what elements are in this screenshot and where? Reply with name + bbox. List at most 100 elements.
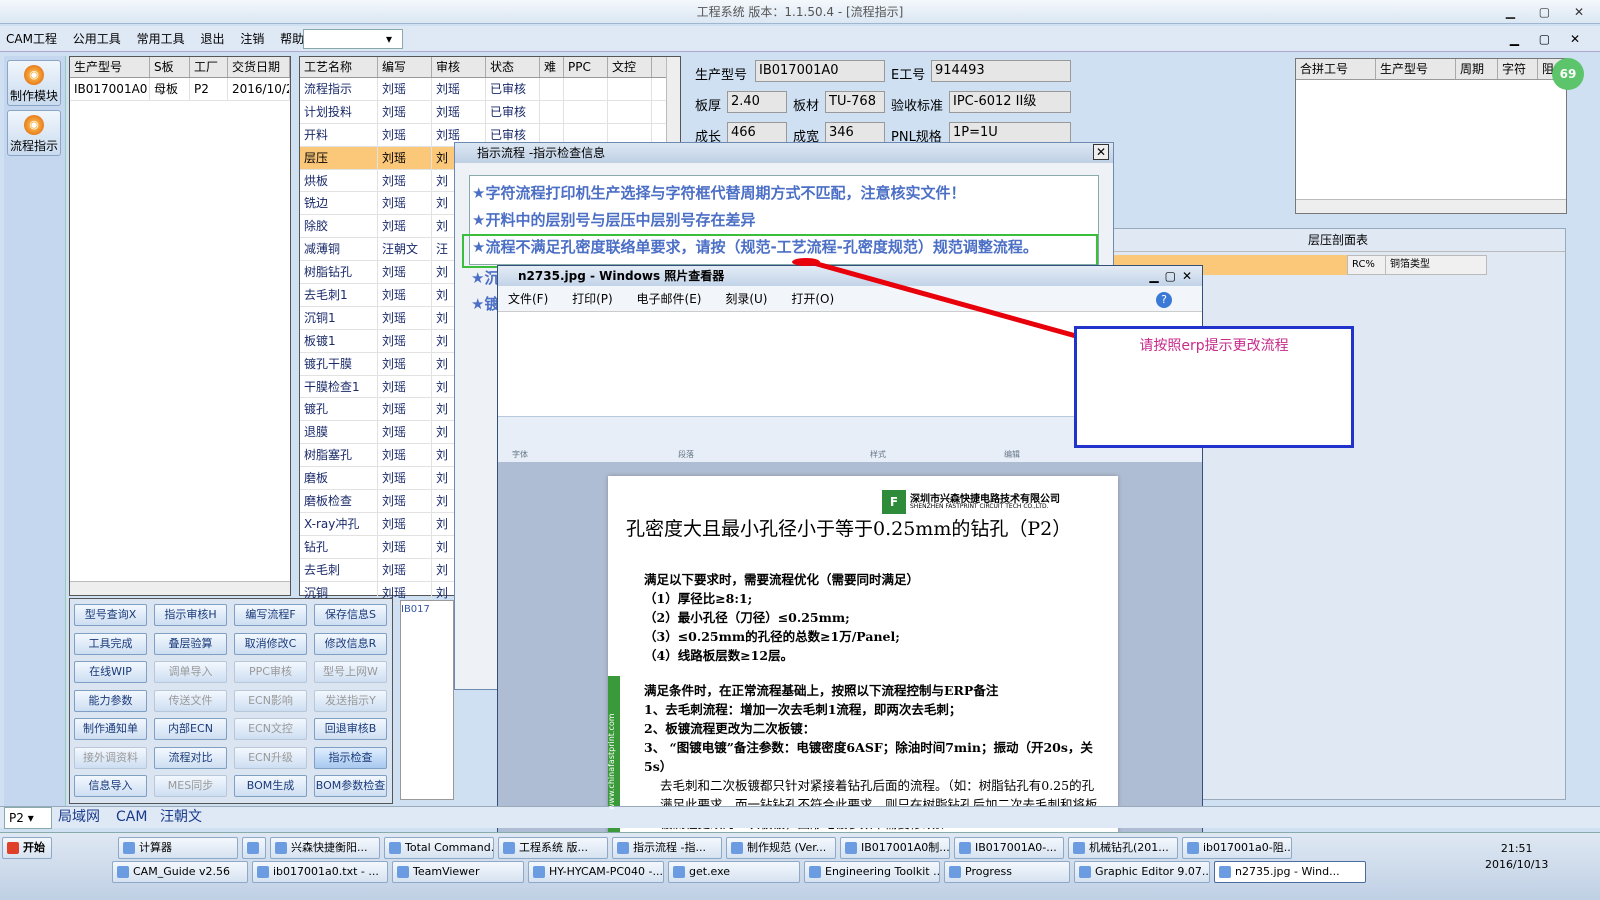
taskbar-item[interactable]: ib017001a0-阻... xyxy=(1182,837,1292,859)
function-button[interactable]: 制作通知单 xyxy=(74,718,147,740)
function-button[interactable]: 保存信息S xyxy=(314,604,387,626)
menu-cam[interactable]: CAM工程 xyxy=(6,32,57,46)
taskbar-item[interactable]: 制作规范 (Ver... xyxy=(726,837,836,859)
function-button[interactable]: 信息导入 xyxy=(74,775,147,797)
taskbar-item[interactable]: CAM_Guide v2.56 xyxy=(112,861,248,883)
taskbar-item[interactable]: IB017001A0制... xyxy=(840,837,950,859)
menu-common-tools[interactable]: 常用工具 xyxy=(137,32,185,46)
function-button[interactable]: 回退审核B xyxy=(314,718,387,740)
taskbar-item[interactable]: get.exe xyxy=(668,861,800,883)
function-button[interactable]: 工具完成 xyxy=(74,632,147,655)
function-button[interactable]: 内部ECN xyxy=(154,718,227,740)
field-width[interactable]: 346 xyxy=(825,122,885,144)
nav-make-module[interactable]: ◉ 制作模块 xyxy=(7,60,61,106)
taskbar-item[interactable]: Engineering Toolkit ... xyxy=(804,861,940,883)
start-button[interactable]: 开始 xyxy=(2,837,52,859)
taskbar-item[interactable]: TeamViewer xyxy=(392,861,524,883)
function-button[interactable]: PPC审核 xyxy=(234,661,307,683)
close-icon[interactable]: ✕ xyxy=(1093,144,1109,160)
mdi-controls[interactable]: ▁ ▢ ✕ xyxy=(1510,26,1588,52)
menu-public-tools[interactable]: 公用工具 xyxy=(73,32,121,46)
horizontal-scrollbar[interactable] xyxy=(1296,199,1566,213)
taskbar-item[interactable]: Graphic Editor 9.07... xyxy=(1074,861,1210,883)
tab-cam[interactable]: CAM xyxy=(116,807,147,827)
function-button[interactable]: 发送指示Y xyxy=(314,689,387,712)
function-button[interactable]: 指示检查 xyxy=(314,746,387,769)
viewer-menu-email[interactable]: 电子邮件(E) xyxy=(637,292,702,306)
function-button[interactable]: 在线WIP xyxy=(74,661,147,683)
viewer-menu-open[interactable]: 打开(O) xyxy=(791,292,834,306)
taskbar-item[interactable]: ib017001a0.txt - ... xyxy=(252,861,388,883)
nav-flow-instruction[interactable]: ◉ 流程指示 xyxy=(7,110,61,156)
factory-combo[interactable]: P2 ▾ xyxy=(4,807,52,829)
menu-exit[interactable]: 退出 xyxy=(200,32,224,46)
taskbar-item[interactable]: Total Command... xyxy=(384,837,494,859)
function-button[interactable]: ECN影响 xyxy=(234,689,307,712)
taskbar-item[interactable]: 计算器 xyxy=(118,837,238,859)
col-header[interactable]: 周期 xyxy=(1456,59,1498,79)
field-material[interactable]: TU-768 xyxy=(825,91,885,113)
col-header[interactable]: S板 xyxy=(150,57,190,77)
viewer-controls[interactable]: ▁▢✕ xyxy=(1149,266,1198,286)
taskbar-item[interactable]: 工程系统 版... xyxy=(498,837,608,859)
menu-logout[interactable]: 注销 xyxy=(240,32,264,46)
col-header[interactable]: 难 xyxy=(540,57,564,77)
function-button[interactable]: ECN升级 xyxy=(234,746,307,769)
col-header[interactable]: 合拼工号 xyxy=(1296,59,1376,79)
field-length[interactable]: 466 xyxy=(727,122,787,144)
toolbar-combo[interactable]: ▾ xyxy=(303,29,403,49)
notification-badge[interactable]: 69 xyxy=(1552,58,1584,90)
menu-help[interactable]: 帮助 xyxy=(280,32,304,46)
tree-node[interactable]: IB017 xyxy=(401,604,430,615)
col-header[interactable]: 生产型号 xyxy=(70,57,150,77)
taskbar-item[interactable]: 机械钻孔(201... xyxy=(1068,837,1178,859)
function-button[interactable]: 叠层验算 xyxy=(154,632,227,655)
function-button[interactable]: 能力参数 xyxy=(74,689,147,712)
table-row[interactable]: IB017001A0 母板 P2 2016/10/2 xyxy=(70,78,290,101)
function-button[interactable]: 传送文件 xyxy=(154,689,227,712)
function-button[interactable]: BOM参数检查 xyxy=(314,775,387,797)
taskbar-item[interactable]: 兴森快捷衡阳... xyxy=(270,837,380,859)
field-e-number[interactable]: 914493 xyxy=(931,60,1071,82)
function-button[interactable]: MES同步 xyxy=(154,775,227,797)
taskbar-item[interactable]: n2735.jpg - Wind... xyxy=(1214,861,1366,883)
taskbar-item[interactable]: Progress xyxy=(944,861,1070,883)
viewer-menu-burn[interactable]: 刻录(U) xyxy=(725,292,767,306)
col-header[interactable]: 生产型号 xyxy=(1376,59,1456,79)
help-icon[interactable]: ? xyxy=(1156,292,1172,308)
function-button[interactable]: 取消修改C xyxy=(234,632,307,655)
tab-user[interactable]: 汪朝文 xyxy=(160,807,202,827)
col-header[interactable]: 编写 xyxy=(378,57,432,77)
col-header[interactable]: PPC xyxy=(564,57,608,77)
col-header[interactable]: 审核 xyxy=(432,57,486,77)
window-controls[interactable]: ▁ ▢ ✕ xyxy=(1506,0,1594,24)
taskbar-item[interactable]: 指示流程 -指... xyxy=(612,837,722,859)
function-button[interactable]: 指示审核H xyxy=(154,604,227,626)
taskbar-item[interactable]: HY-HYCAM-PC040 -... xyxy=(528,861,664,883)
col-header[interactable]: 交货日期 xyxy=(228,57,290,77)
model-grid[interactable]: 生产型号 S板 工厂 交货日期 IB017001A0 母板 P2 2016/10… xyxy=(69,56,291,596)
function-button[interactable]: 型号查询X xyxy=(74,604,147,626)
col-header[interactable]: 文控 xyxy=(608,57,652,77)
taskbar-item[interactable] xyxy=(242,837,266,859)
function-button[interactable]: 修改信息R xyxy=(314,632,387,655)
function-button[interactable]: 型号上网W xyxy=(314,661,387,683)
system-clock[interactable]: 21:51 2016/10/13 xyxy=(1485,841,1548,873)
merge-grid[interactable]: 合拼工号 生产型号 周期 字符 阻 xyxy=(1295,58,1567,214)
field-standard[interactable]: IPC-6012 II级 xyxy=(949,91,1071,113)
col-header[interactable]: 工厂 xyxy=(190,57,228,77)
function-button[interactable]: 接外调资料 xyxy=(74,746,147,769)
col-header[interactable]: 字符 xyxy=(1498,59,1538,79)
function-button[interactable]: BOM生成 xyxy=(234,775,307,797)
function-button[interactable]: 流程对比 xyxy=(154,746,227,769)
col-header[interactable]: RC% xyxy=(1348,256,1386,274)
col-header[interactable]: 工艺名称 xyxy=(300,57,378,77)
field-model[interactable]: IB017001A0 xyxy=(755,60,885,82)
table-row[interactable]: 计划投料 刘瑶 刘瑶 已审核 xyxy=(300,100,680,124)
field-pnl[interactable]: 1P=1U xyxy=(949,122,1071,144)
horizontal-scrollbar[interactable] xyxy=(70,581,290,595)
table-row[interactable]: 流程指示 刘瑶 刘瑶 已审核 xyxy=(300,78,680,101)
tab-lan[interactable]: 局域网 xyxy=(58,807,100,827)
col-header[interactable]: 状态 xyxy=(486,57,540,77)
function-button[interactable]: ECN文控 xyxy=(234,718,307,740)
